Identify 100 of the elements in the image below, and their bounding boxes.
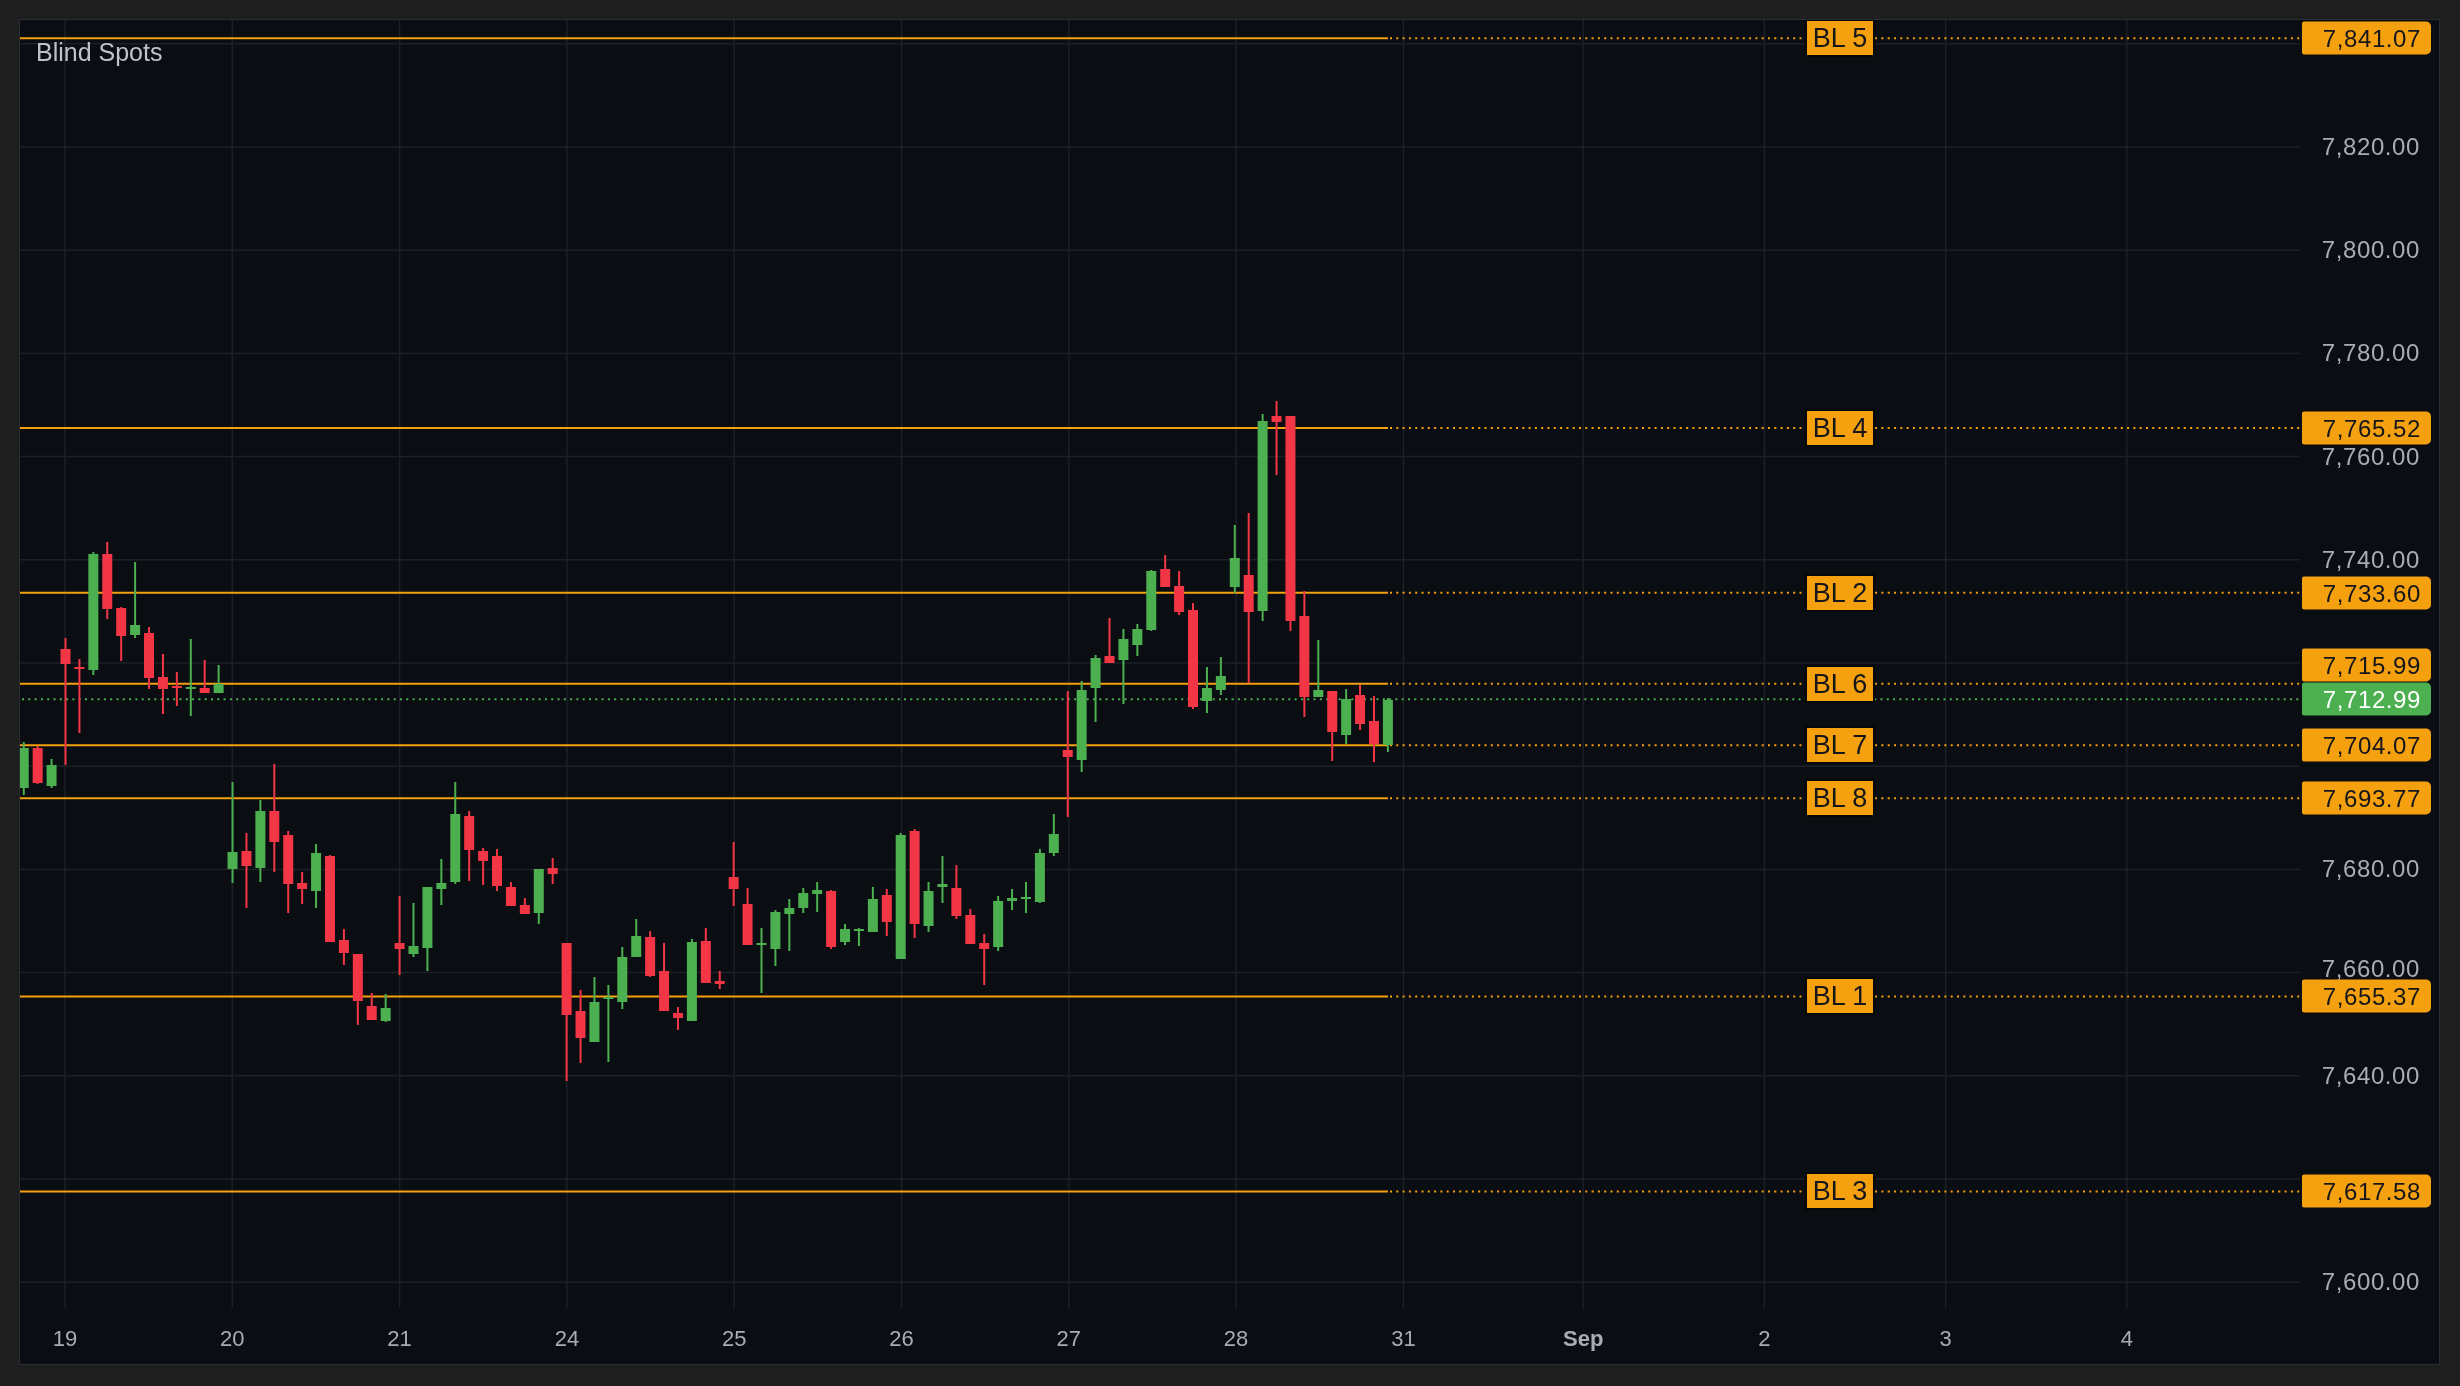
date-axis-label: 2 xyxy=(1758,1326,1771,1352)
up-candle xyxy=(1090,655,1101,722)
up-candle xyxy=(1201,667,1212,713)
date-axis-label: 4 xyxy=(2120,1326,2133,1352)
up-candle xyxy=(853,928,864,946)
down-candle xyxy=(492,849,502,891)
price-axis-label: 7,660.00 xyxy=(2321,959,2420,979)
down-candle xyxy=(742,888,753,945)
date-axis-label: 3 xyxy=(1939,1326,1952,1352)
level-label: BL 4 xyxy=(1805,409,1875,448)
date-axis-label: 25 xyxy=(721,1326,747,1352)
up-candle xyxy=(311,844,322,908)
down-candle xyxy=(199,660,210,693)
price-tag: 7,655.37 xyxy=(2302,980,2431,1013)
down-candle xyxy=(1369,696,1379,762)
down-candle xyxy=(144,627,154,689)
date-axis-label: 24 xyxy=(554,1326,580,1352)
up-candle xyxy=(617,947,628,1009)
date-axis-label: 27 xyxy=(1056,1326,1082,1352)
price-tag: 7,841.07 xyxy=(2302,21,2431,55)
date-axis-label: 28 xyxy=(1223,1326,1249,1352)
up-candle xyxy=(1382,698,1393,752)
down-candle xyxy=(1160,555,1171,587)
price-axis-label: 7,780.00 xyxy=(2321,343,2420,364)
down-candle xyxy=(700,928,711,983)
down-candle xyxy=(478,848,489,885)
down-candle xyxy=(1174,571,1185,615)
level-label: BL 5 xyxy=(1805,20,1875,58)
price-tag: 7,704.07 xyxy=(2302,728,2431,762)
up-candle xyxy=(937,856,948,903)
date-axis-label: 26 xyxy=(889,1326,914,1352)
down-candle xyxy=(714,971,725,989)
down-candle xyxy=(826,890,837,949)
up-candle xyxy=(993,896,1004,951)
date-axis-label: 20 xyxy=(220,1326,245,1352)
down-candle xyxy=(965,909,976,944)
down-candle xyxy=(352,954,363,1025)
level-label: BL 7 xyxy=(1805,726,1875,765)
down-candle xyxy=(297,872,308,904)
down-candle xyxy=(1355,685,1366,730)
level-label: BL 3 xyxy=(1805,1172,1875,1211)
level-label: BL 6 xyxy=(1805,664,1875,703)
down-candle xyxy=(951,865,962,919)
down-candle xyxy=(464,811,475,881)
down-candle xyxy=(116,607,127,661)
up-candle xyxy=(1313,640,1324,697)
up-candle xyxy=(436,859,447,905)
last-price-tag: 7,712.99 xyxy=(2302,682,2431,716)
up-candle xyxy=(1341,689,1352,744)
up-candle xyxy=(770,910,781,966)
level-label: BL 8 xyxy=(1805,779,1875,818)
price-tag: 7,693.77 xyxy=(2302,781,2431,815)
up-candle xyxy=(756,928,767,993)
up-candle xyxy=(1048,814,1059,856)
date-axis-label: 21 xyxy=(387,1326,412,1352)
up-candle xyxy=(589,977,600,1042)
price-axis-label: 7,680.00 xyxy=(2321,859,2420,880)
up-candle xyxy=(1007,889,1018,910)
up-candle xyxy=(784,899,795,951)
price-axis-label: 7,600.00 xyxy=(2321,1272,2420,1293)
date-axis-label: Sep xyxy=(1563,1326,1604,1352)
up-candle xyxy=(1021,882,1031,913)
price-tag: 7,733.60 xyxy=(2302,576,2431,610)
up-candle xyxy=(213,665,224,693)
down-candle xyxy=(1104,618,1115,663)
down-candle xyxy=(32,746,43,784)
up-candle xyxy=(1146,570,1157,631)
down-candle xyxy=(659,943,670,1011)
up-candle xyxy=(840,924,850,945)
price-axis-label: 7,760.00 xyxy=(2321,446,2420,467)
up-candle xyxy=(1034,849,1045,903)
down-candle xyxy=(645,931,656,977)
up-candle xyxy=(631,919,642,957)
down-candle xyxy=(157,654,168,714)
price-tag: 7,715.99 xyxy=(2302,648,2431,682)
price-axis-label: 7,740.00 xyxy=(2321,549,2420,570)
up-candle xyxy=(1229,525,1240,593)
chart-title: Blind Spots xyxy=(36,38,163,66)
down-candle xyxy=(519,898,530,914)
up-candle xyxy=(812,882,823,912)
price-tag: 7,765.52 xyxy=(2302,411,2431,445)
down-candle xyxy=(728,842,739,906)
up-candle xyxy=(533,869,544,924)
up-candle xyxy=(1132,624,1143,656)
date-axis-label: 19 xyxy=(52,1326,78,1352)
down-candle xyxy=(979,934,990,985)
up-candle xyxy=(408,903,419,957)
down-candle xyxy=(673,1007,683,1030)
down-candle xyxy=(171,672,182,706)
down-candle xyxy=(366,993,377,1020)
up-candle xyxy=(20,742,29,795)
level-label: BL 1 xyxy=(1805,977,1875,1016)
up-candle xyxy=(46,759,57,788)
down-candle xyxy=(338,929,349,965)
price-axis-label: 7,640.00 xyxy=(2321,1065,2420,1086)
price-axis-label: 7,800.00 xyxy=(2321,240,2420,261)
up-candle xyxy=(798,888,809,913)
up-candle xyxy=(867,887,878,932)
price-axis-label: 7,820.00 xyxy=(2321,137,2420,157)
down-candle xyxy=(547,858,558,884)
